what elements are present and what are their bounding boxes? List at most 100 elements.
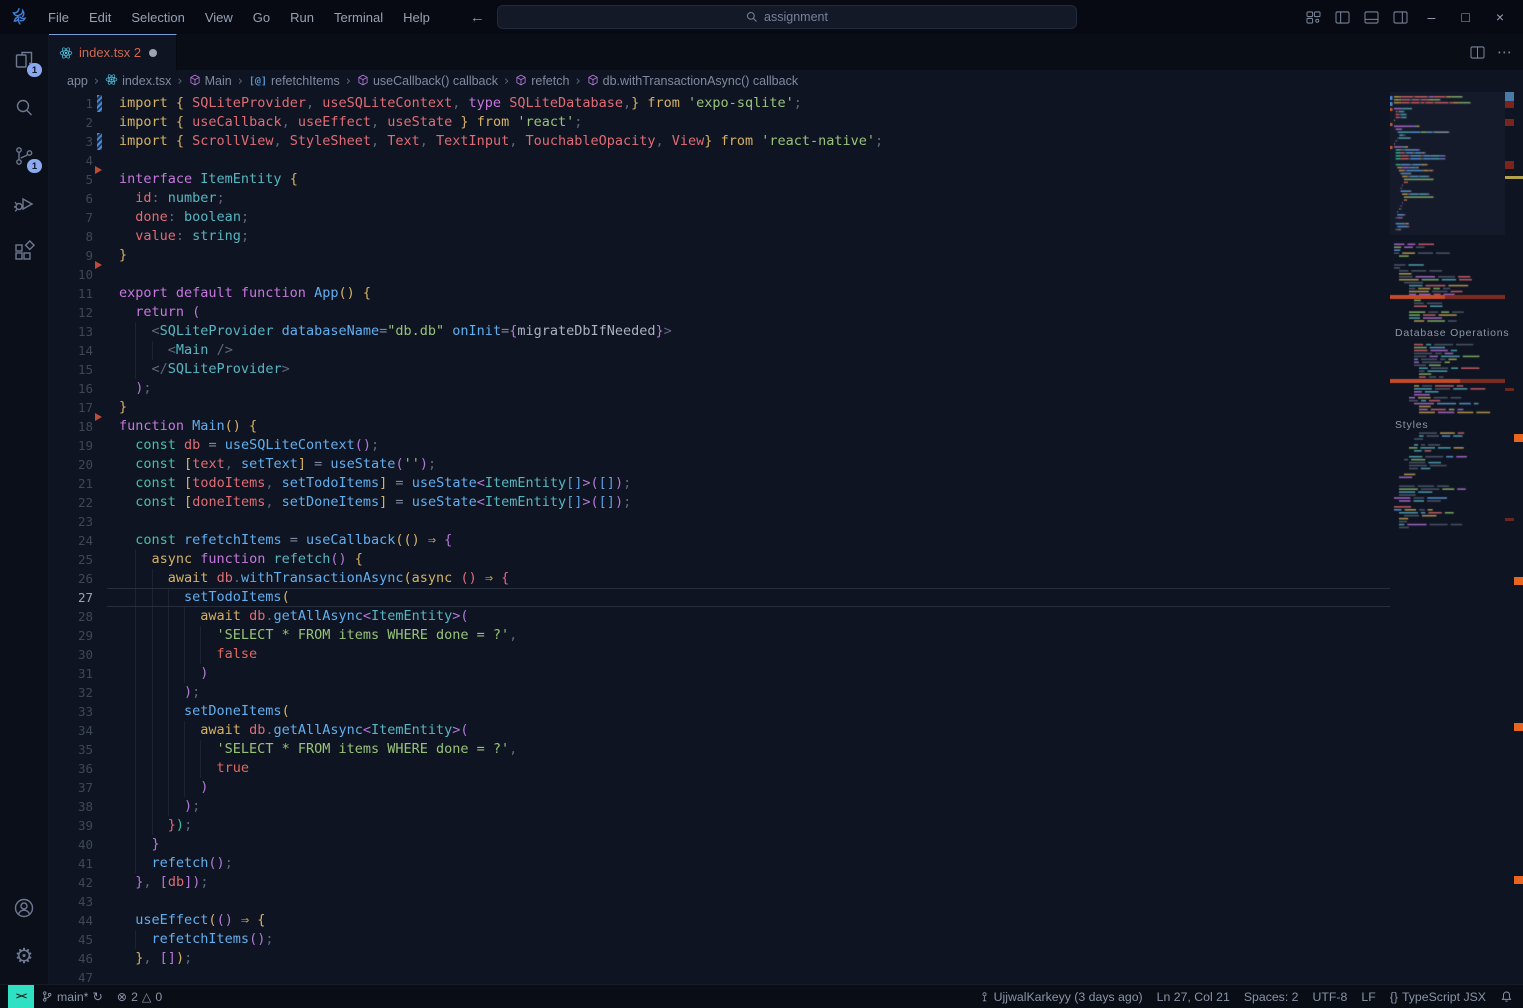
code-line[interactable]: 26 await db.withTransactionAsync(async (… bbox=[49, 569, 1390, 588]
line-number[interactable]: 33 bbox=[49, 702, 93, 721]
code-line[interactable]: 21 const [todoItems, setTodoItems] = use… bbox=[49, 474, 1390, 493]
code-line[interactable]: 32 ); bbox=[49, 683, 1390, 702]
code-line[interactable]: 10 bbox=[49, 265, 1390, 284]
menu-edit[interactable]: Edit bbox=[79, 7, 121, 28]
explorer-icon[interactable]: 1 bbox=[10, 46, 38, 74]
line-number[interactable]: 27 bbox=[49, 588, 93, 607]
line-number[interactable]: 13 bbox=[49, 322, 93, 341]
code-area[interactable]: 1import { SQLiteProvider, useSQLiteConte… bbox=[49, 94, 1390, 984]
line-number[interactable]: 2 bbox=[49, 113, 93, 132]
command-center-search[interactable]: assignment bbox=[497, 5, 1077, 29]
breadcrumb-item-5[interactable]: refetch bbox=[515, 74, 569, 89]
code-line[interactable]: 4 bbox=[49, 151, 1390, 170]
code-line[interactable]: 29 'SELECT * FROM items WHERE done = ?', bbox=[49, 626, 1390, 645]
breadcrumb-item-1[interactable]: index.tsx bbox=[105, 73, 171, 89]
back-arrow-icon[interactable]: ← bbox=[470, 9, 485, 26]
code-line[interactable]: 41 refetch(); bbox=[49, 854, 1390, 873]
encoding-status[interactable]: UTF-8 bbox=[1306, 990, 1355, 1004]
line-number[interactable]: 14 bbox=[49, 341, 93, 360]
line-number[interactable]: 40 bbox=[49, 835, 93, 854]
toggle-secondary-sidebar-icon[interactable] bbox=[1390, 8, 1411, 27]
line-number[interactable]: 1 bbox=[49, 94, 93, 113]
line-number[interactable]: 19 bbox=[49, 436, 93, 455]
line-number[interactable]: 28 bbox=[49, 607, 93, 626]
code-line[interactable]: 33 setDoneItems( bbox=[49, 702, 1390, 721]
code-line[interactable]: 42 }, [db]); bbox=[49, 873, 1390, 892]
code-line[interactable]: 45 refetchItems(); bbox=[49, 930, 1390, 949]
accounts-icon[interactable] bbox=[10, 894, 38, 922]
line-number[interactable]: 12 bbox=[49, 303, 93, 322]
branch-status[interactable]: main* ↻ bbox=[34, 985, 110, 1008]
line-number[interactable]: 46 bbox=[49, 949, 93, 968]
code-line[interactable]: 30 false bbox=[49, 645, 1390, 664]
code-line[interactable]: 25 async function refetch() { bbox=[49, 550, 1390, 569]
split-editor-icon[interactable] bbox=[1470, 46, 1485, 59]
code-line[interactable]: 15 </SQLiteProvider> bbox=[49, 360, 1390, 379]
run-debug-icon[interactable] bbox=[10, 190, 38, 218]
code-line[interactable]: 36 true bbox=[49, 759, 1390, 778]
menu-help[interactable]: Help bbox=[393, 7, 440, 28]
code-line[interactable]: 27 setTodoItems( bbox=[49, 588, 1390, 607]
line-number[interactable]: 21 bbox=[49, 474, 93, 493]
overview-ruler[interactable] bbox=[1505, 92, 1523, 984]
code-line[interactable]: 47 bbox=[49, 968, 1390, 984]
line-number[interactable]: 23 bbox=[49, 512, 93, 531]
breadcrumb-item-4[interactable]: useCallback() callback bbox=[357, 74, 498, 89]
code-line[interactable]: 28 await db.getAllAsync<ItemEntity>( bbox=[49, 607, 1390, 626]
line-number[interactable]: 43 bbox=[49, 892, 93, 911]
code-line[interactable]: 17} bbox=[49, 398, 1390, 417]
code-line[interactable]: 39 }); bbox=[49, 816, 1390, 835]
code-line[interactable]: 46 }, []); bbox=[49, 949, 1390, 968]
code-line[interactable]: 31 ) bbox=[49, 664, 1390, 683]
code-line[interactable]: 40 } bbox=[49, 835, 1390, 854]
line-number[interactable]: 17 bbox=[49, 398, 93, 417]
line-number[interactable]: 4 bbox=[49, 151, 93, 170]
eol-status[interactable]: LF bbox=[1354, 990, 1382, 1004]
line-number[interactable]: 16 bbox=[49, 379, 93, 398]
code-line[interactable]: 44 useEffect(() ⇒ { bbox=[49, 911, 1390, 930]
code-editor[interactable]: 1import { SQLiteProvider, useSQLiteConte… bbox=[49, 92, 1523, 984]
code-line[interactable]: 8 value: string; bbox=[49, 227, 1390, 246]
line-number[interactable]: 38 bbox=[49, 797, 93, 816]
close-button[interactable]: × bbox=[1487, 7, 1513, 27]
line-number[interactable]: 8 bbox=[49, 227, 93, 246]
toggle-panel-icon[interactable] bbox=[1361, 8, 1382, 27]
breadcrumb-item-6[interactable]: db.withTransactionAsync() callback bbox=[587, 74, 798, 89]
line-number[interactable]: 36 bbox=[49, 759, 93, 778]
problems-status[interactable]: ⊗ 2 △ 0 bbox=[110, 985, 169, 1008]
minimap[interactable] bbox=[1390, 92, 1505, 984]
line-number[interactable]: 6 bbox=[49, 189, 93, 208]
breadcrumb-item-3[interactable]: [@]refetchItems bbox=[249, 74, 340, 88]
tab-index-tsx[interactable]: index.tsx 2 bbox=[49, 34, 177, 70]
more-actions-icon[interactable]: ⋯ bbox=[1497, 43, 1513, 61]
code-line[interactable]: 6 id: number; bbox=[49, 189, 1390, 208]
code-line[interactable]: 9} bbox=[49, 246, 1390, 265]
code-line[interactable]: 12 return ( bbox=[49, 303, 1390, 322]
settings-gear-icon[interactable]: ⚙ bbox=[10, 942, 38, 970]
line-number[interactable]: 25 bbox=[49, 550, 93, 569]
code-line[interactable]: 34 await db.getAllAsync<ItemEntity>( bbox=[49, 721, 1390, 740]
code-line[interactable]: 22 const [doneItems, setDoneItems] = use… bbox=[49, 493, 1390, 512]
code-line[interactable]: 3import { ScrollView, StyleSheet, Text, … bbox=[49, 132, 1390, 151]
code-line[interactable]: 2import { useCallback, useEffect, useSta… bbox=[49, 113, 1390, 132]
extensions-icon[interactable] bbox=[10, 238, 38, 266]
line-number[interactable]: 30 bbox=[49, 645, 93, 664]
indentation-status[interactable]: Spaces: 2 bbox=[1237, 990, 1306, 1004]
line-number[interactable]: 44 bbox=[49, 911, 93, 930]
line-number[interactable]: 18 bbox=[49, 417, 93, 436]
remote-indicator[interactable]: >< bbox=[8, 985, 34, 1008]
line-number[interactable]: 9 bbox=[49, 246, 93, 265]
menu-run[interactable]: Run bbox=[280, 7, 324, 28]
code-line[interactable]: 18function Main() { bbox=[49, 417, 1390, 436]
code-line[interactable]: 13 <SQLiteProvider databaseName="db.db" … bbox=[49, 322, 1390, 341]
line-number[interactable]: 10 bbox=[49, 265, 93, 284]
toggle-sidebar-icon[interactable] bbox=[1332, 8, 1353, 27]
line-number[interactable]: 34 bbox=[49, 721, 93, 740]
code-line[interactable]: 24 const refetchItems = useCallback(() ⇒… bbox=[49, 531, 1390, 550]
code-line[interactable]: 7 done: boolean; bbox=[49, 208, 1390, 227]
modified-dot-icon[interactable] bbox=[149, 49, 157, 57]
code-line[interactable]: 35 'SELECT * FROM items WHERE done = ?', bbox=[49, 740, 1390, 759]
line-number[interactable]: 32 bbox=[49, 683, 93, 702]
code-line[interactable]: 16 ); bbox=[49, 379, 1390, 398]
line-number[interactable]: 42 bbox=[49, 873, 93, 892]
